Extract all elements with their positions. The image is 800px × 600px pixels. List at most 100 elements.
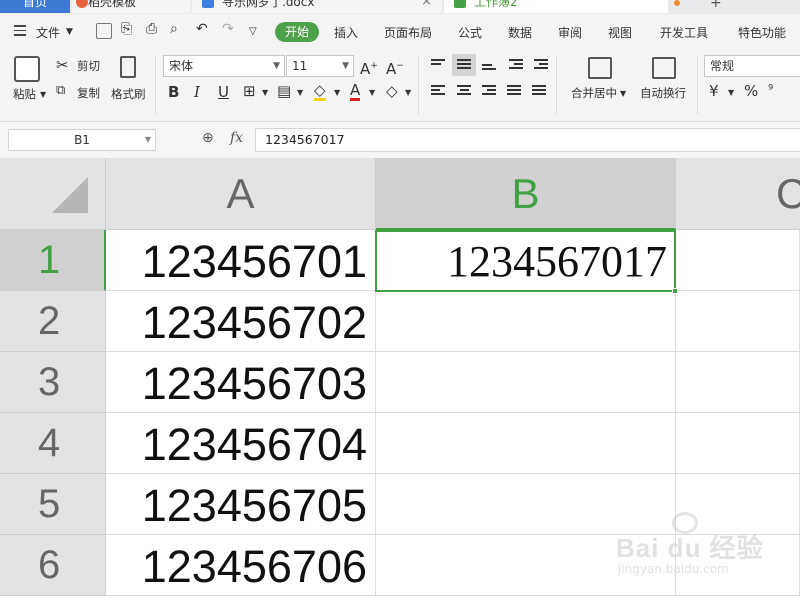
print-icon[interactable]: ⎙	[146, 21, 157, 37]
paste-button[interactable]: 粘贴	[13, 86, 36, 102]
column-header-a[interactable]: A	[106, 158, 376, 230]
menu-review[interactable]: 审阅	[558, 24, 582, 41]
font-color-icon[interactable]: A	[350, 82, 361, 101]
align-left-icon[interactable]	[431, 85, 445, 97]
font-name-select[interactable]: 宋体 ▼	[163, 55, 285, 77]
chevron-down-icon[interactable]: ▼	[334, 84, 340, 102]
currency-icon[interactable]: ¥	[709, 82, 719, 100]
distributed-align-icon[interactable]	[532, 85, 546, 97]
clear-format-icon[interactable]: ◇	[386, 82, 398, 100]
cell-a3[interactable]: 123456703	[106, 352, 376, 413]
menu-start[interactable]: 开始	[275, 22, 319, 42]
cell-b3[interactable]	[376, 352, 676, 413]
menu-developer[interactable]: 开发工具	[660, 24, 708, 41]
column-header-b[interactable]: B	[376, 158, 676, 230]
fx-icon[interactable]: fx	[230, 130, 243, 146]
tab-docer-templates[interactable]: 稻壳模板	[72, 0, 190, 13]
border-icon[interactable]: ⊞	[243, 82, 256, 100]
column-header-c[interactable]: C	[676, 158, 800, 230]
fill-color-icon[interactable]: ◇	[314, 82, 326, 101]
cell-a5[interactable]: 123456705	[106, 474, 376, 535]
menu-special[interactable]: 特色功能	[738, 24, 786, 41]
cell-b4[interactable]	[376, 413, 676, 474]
row-header-6[interactable]: 6	[0, 535, 106, 596]
increase-indent-icon[interactable]	[534, 59, 548, 71]
row-header-3[interactable]: 3	[0, 352, 106, 413]
export-icon[interactable]: ⎘	[121, 21, 132, 37]
align-right-icon[interactable]	[482, 85, 496, 97]
row-header-4[interactable]: 4	[0, 413, 106, 474]
number-format-select[interactable]: 常规	[704, 55, 800, 77]
wrap-text-button[interactable]: 自动换行	[640, 85, 686, 101]
name-box[interactable]: B1 ▼	[8, 129, 156, 151]
merge-center-button[interactable]: 合并居中	[571, 85, 617, 101]
cell-c3[interactable]	[676, 352, 800, 413]
bold-icon[interactable]: B	[168, 83, 179, 101]
tab-word-document[interactable]: 寻乐网罗了.docx ×	[192, 0, 442, 13]
format-painter-button[interactable]: 格式刷	[111, 86, 146, 102]
cell-b1[interactable]: 1234567017	[376, 230, 676, 291]
undo-icon[interactable]: ↶	[196, 21, 208, 37]
underline-icon[interactable]: U	[218, 83, 229, 101]
menu-data[interactable]: 数据	[508, 24, 532, 41]
align-bottom-icon[interactable]	[482, 64, 496, 72]
menu-view[interactable]: 视图	[608, 24, 632, 41]
menu-formula[interactable]: 公式	[458, 24, 482, 41]
paste-icon[interactable]	[14, 56, 40, 82]
tab-workbook[interactable]: 工作簿2	[444, 0, 668, 13]
decrease-indent-icon[interactable]	[509, 59, 523, 71]
chevron-down-icon[interactable]: ▼	[728, 84, 734, 102]
cell-a6[interactable]: 123456706	[106, 535, 376, 596]
align-middle-icon[interactable]	[457, 59, 471, 71]
font-size-select[interactable]: 11 ▼	[286, 55, 354, 77]
increase-font-icon[interactable]: A+	[360, 57, 378, 78]
justify-icon[interactable]	[507, 85, 521, 97]
copy-button[interactable]: 复制	[77, 85, 100, 101]
zoom-icon[interactable]: ⊕	[202, 130, 214, 146]
ribbon-separator	[418, 56, 419, 114]
row-header-2[interactable]: 2	[0, 291, 106, 352]
redo-icon[interactable]: ↷	[222, 21, 234, 37]
chevron-down-icon[interactable]: ▼	[297, 84, 303, 102]
tab-home[interactable]: 首页	[0, 0, 70, 13]
chevron-down-icon[interactable]: ▼	[620, 89, 626, 98]
cell-b2[interactable]	[376, 291, 676, 352]
chevron-down-icon[interactable]: ▼	[66, 27, 73, 37]
menu-file[interactable]: 文件	[36, 24, 60, 41]
new-tab-button[interactable]: +	[710, 0, 722, 11]
close-icon[interactable]: ×	[421, 0, 432, 13]
chevron-down-icon: ▼	[144, 135, 151, 144]
cell-c2[interactable]	[676, 291, 800, 352]
menu-page-layout[interactable]: 页面布局	[384, 24, 432, 41]
menu-insert[interactable]: 插入	[334, 24, 358, 41]
cell-c1[interactable]	[676, 230, 800, 291]
row-header-5[interactable]: 5	[0, 474, 106, 535]
save-icon[interactable]	[96, 23, 112, 39]
cell-a4[interactable]: 123456704	[106, 413, 376, 474]
thousands-separator-icon[interactable]: ⁹	[768, 82, 773, 100]
cell-c4[interactable]	[676, 413, 800, 474]
print-preview-icon[interactable]: ⌕	[170, 21, 178, 37]
percent-icon[interactable]: %	[744, 82, 758, 100]
merge-center-icon[interactable]	[588, 57, 612, 79]
cut-button[interactable]: 剪切	[77, 58, 100, 74]
chevron-down-icon[interactable]: ▼	[262, 84, 268, 102]
formula-input[interactable]: 1234567017	[255, 128, 800, 152]
cell-a1[interactable]: 123456701	[106, 230, 376, 291]
quick-access-more-icon[interactable]: ▽	[249, 26, 257, 37]
docer-icon	[76, 0, 88, 8]
decrease-font-icon[interactable]: A−	[386, 57, 404, 78]
row-header-1[interactable]: 1	[0, 230, 106, 291]
hamburger-icon[interactable]	[14, 25, 26, 36]
select-all-corner[interactable]	[0, 158, 106, 230]
chevron-down-icon[interactable]: ▼	[40, 90, 46, 99]
cell-a2[interactable]: 123456702	[106, 291, 376, 352]
tab-home-label: 首页	[22, 0, 47, 9]
chevron-down-icon[interactable]: ▼	[369, 84, 375, 102]
italic-icon[interactable]: I	[194, 83, 200, 101]
chevron-down-icon[interactable]: ▼	[405, 84, 411, 102]
align-center-icon[interactable]	[457, 85, 471, 97]
cell-style-icon[interactable]: ▤	[277, 82, 291, 100]
align-top-icon[interactable]	[431, 59, 445, 67]
wrap-text-icon[interactable]	[652, 57, 676, 79]
